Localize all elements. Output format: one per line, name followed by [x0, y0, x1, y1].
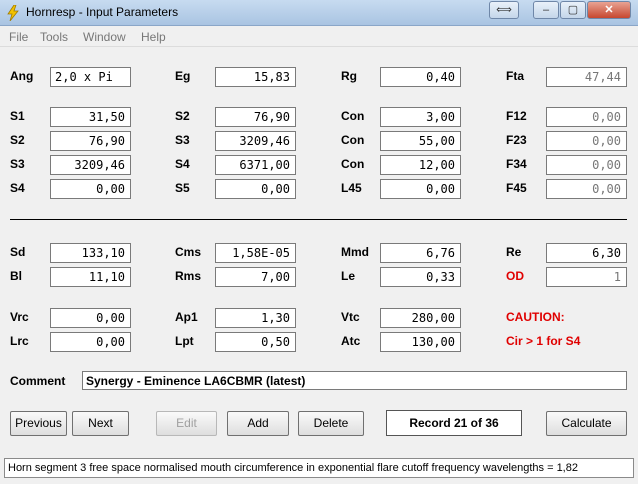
field-lpt[interactable]: 0,50: [215, 332, 296, 352]
label-ang: Ang: [10, 69, 34, 83]
label-f34: F34: [506, 157, 527, 171]
label-con3: Con: [341, 157, 365, 171]
field-l45[interactable]: 0,00: [380, 179, 461, 199]
menu-window[interactable]: Window: [83, 30, 126, 44]
field-con1[interactable]: 3,00: [380, 107, 461, 127]
divider: [10, 219, 627, 220]
label-s2: S2: [10, 133, 25, 147]
next-button[interactable]: Next: [72, 411, 129, 436]
field-re[interactable]: 6,30: [546, 243, 627, 263]
calculate-button[interactable]: Calculate: [546, 411, 627, 436]
caution-title: CAUTION:: [506, 310, 565, 324]
title-bar: Hornresp - Input Parameters ⟺ – ▢ ✕: [0, 0, 638, 26]
field-s3-seg2[interactable]: 3209,46: [215, 131, 296, 151]
label-s3-seg2: S3: [175, 133, 190, 147]
field-ang[interactable]: 2,0 x Pi: [50, 67, 131, 87]
field-bl[interactable]: 11,10: [50, 267, 131, 287]
field-con2[interactable]: 55,00: [380, 131, 461, 151]
label-rms: Rms: [175, 269, 202, 283]
field-od: 1: [546, 267, 627, 287]
field-f12: 0,00: [546, 107, 627, 127]
field-eg[interactable]: 15,83: [215, 67, 296, 87]
field-s4-seg3[interactable]: 6371,00: [215, 155, 296, 175]
field-fta: 47,44: [546, 67, 627, 87]
window-title: Hornresp - Input Parameters: [26, 5, 179, 19]
label-s2-seg1: S2: [175, 109, 190, 123]
add-button[interactable]: Add: [227, 411, 289, 436]
label-vrc: Vrc: [10, 310, 29, 324]
close-button[interactable]: ✕: [587, 1, 631, 19]
record-indicator: Record 21 of 36: [386, 410, 522, 436]
label-f12: F12: [506, 109, 527, 123]
field-f23: 0,00: [546, 131, 627, 151]
field-rg[interactable]: 0,40: [380, 67, 461, 87]
minimize-button[interactable]: –: [533, 1, 559, 19]
field-s5[interactable]: 0,00: [215, 179, 296, 199]
label-mmd: Mmd: [341, 245, 369, 259]
field-s2-seg1[interactable]: 76,90: [215, 107, 296, 127]
label-re: Re: [506, 245, 522, 259]
label-s1: S1: [10, 109, 25, 123]
maximize-button[interactable]: ▢: [560, 1, 586, 19]
previous-button[interactable]: Previous: [10, 411, 67, 436]
field-cms[interactable]: 1,58E-05: [215, 243, 296, 263]
field-con3[interactable]: 12,00: [380, 155, 461, 175]
label-od: OD: [506, 269, 524, 283]
field-s2[interactable]: 76,90: [50, 131, 131, 151]
delete-button[interactable]: Delete: [298, 411, 364, 436]
lightning-icon: [7, 5, 19, 21]
field-atc[interactable]: 130,00: [380, 332, 461, 352]
field-f45: 0,00: [546, 179, 627, 199]
label-s4: S4: [10, 181, 25, 195]
field-s1[interactable]: 31,50: [50, 107, 131, 127]
edit-button[interactable]: Edit: [156, 411, 217, 436]
field-s3[interactable]: 3209,46: [50, 155, 131, 175]
label-cms: Cms: [175, 245, 202, 259]
menu-file[interactable]: File: [9, 30, 28, 44]
label-l45: L45: [341, 181, 362, 195]
label-f45: F45: [506, 181, 527, 195]
status-bar: Horn segment 3 free space normalised mou…: [4, 458, 634, 478]
field-vrc[interactable]: 0,00: [50, 308, 131, 328]
swap-button[interactable]: ⟺: [489, 1, 519, 19]
caution-message: Cir > 1 for S4: [506, 334, 581, 348]
field-f34: 0,00: [546, 155, 627, 175]
field-sd[interactable]: 133,10: [50, 243, 131, 263]
label-vtc: Vtc: [341, 310, 360, 324]
label-s4-seg3: S4: [175, 157, 190, 171]
label-sd: Sd: [10, 245, 26, 259]
label-s5: S5: [175, 181, 190, 195]
label-con2: Con: [341, 133, 365, 147]
field-rms[interactable]: 7,00: [215, 267, 296, 287]
menu-bar: File Tools Window Help: [0, 27, 638, 47]
field-lrc[interactable]: 0,00: [50, 332, 131, 352]
field-mmd[interactable]: 6,76: [380, 243, 461, 263]
label-fta: Fta: [506, 69, 524, 83]
field-le[interactable]: 0,33: [380, 267, 461, 287]
label-eg: Eg: [175, 69, 191, 83]
label-bl: Bl: [10, 269, 22, 283]
label-s3: S3: [10, 157, 25, 171]
menu-help[interactable]: Help: [141, 30, 166, 44]
field-s4[interactable]: 0,00: [50, 179, 131, 199]
label-f23: F23: [506, 133, 527, 147]
label-lpt: Lpt: [175, 334, 194, 348]
label-atc: Atc: [341, 334, 361, 348]
field-vtc[interactable]: 280,00: [380, 308, 461, 328]
comment-label: Comment: [10, 374, 66, 388]
comment-field[interactable]: Synergy - Eminence LA6CBMR (latest): [82, 371, 627, 390]
label-con1: Con: [341, 109, 365, 123]
label-lrc: Lrc: [10, 334, 29, 348]
menu-tools[interactable]: Tools: [40, 30, 68, 44]
label-ap1: Ap1: [175, 310, 198, 324]
field-ap1[interactable]: 1,30: [215, 308, 296, 328]
label-rg: Rg: [341, 69, 357, 83]
label-le: Le: [341, 269, 356, 283]
